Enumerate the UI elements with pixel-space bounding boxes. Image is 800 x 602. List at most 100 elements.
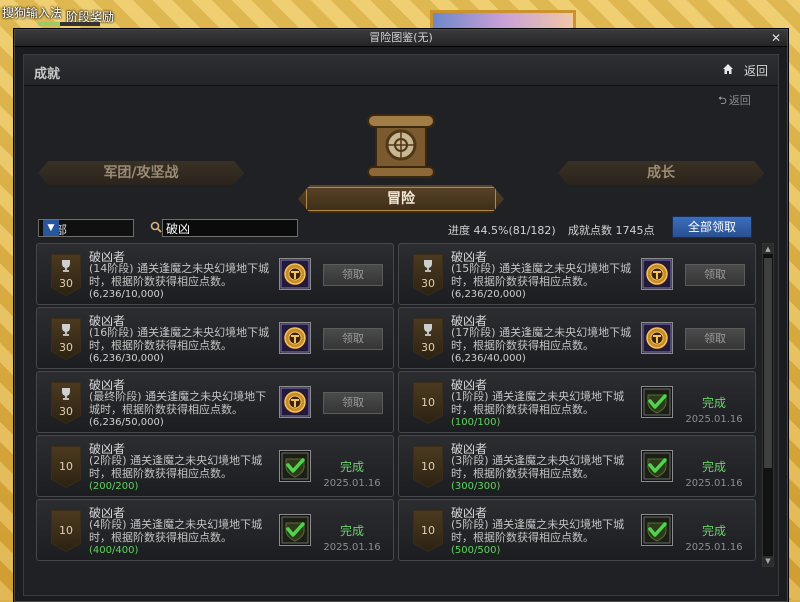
complete-date: 2025.01.16 [685, 542, 743, 553]
claim-button[interactable]: 领取 [323, 392, 383, 414]
complete-date: 2025.01.16 [685, 478, 743, 489]
achievement-progress: (300/300) [451, 481, 501, 492]
achievement-panel: 成就 返回 ⮌返回 军团/攻坚战 成长 冒险 全部 ▼ [23, 54, 779, 596]
points-value: 10 [421, 396, 435, 409]
claim-button[interactable]: 领取 [685, 264, 745, 286]
achievement-medal-icon[interactable] [279, 386, 311, 418]
achievement-medal-icon[interactable] [279, 322, 311, 354]
green-check-icon [641, 514, 673, 546]
achievement-list: 30 破凶者 (14阶段) 通关逢魔之未央幻境地下城时，根据阶数获得相应点数。 (6,… [36, 243, 758, 565]
list-item: 10 破凶者 (3阶段) 通关逢魔之未央幻境地下城时，根据阶数获得相应点数。 (300… [398, 435, 756, 497]
tab-legion[interactable]: 军团/攻坚战 [38, 161, 244, 185]
achievement-medal-icon[interactable] [279, 258, 311, 290]
achievement-desc: (2阶段) 通关逢魔之未央幻境地下城时，根据阶数获得相应点数。 [89, 454, 263, 480]
trophy-icon [62, 388, 70, 400]
achievement-progress: (200/200) [89, 481, 139, 492]
ime-indicator: 搜狗输入法 [2, 6, 63, 20]
claim-all-button[interactable]: 全部领取 [672, 216, 752, 238]
return-arrow-icon: ⮌ [718, 94, 727, 107]
points-badge: 10 [413, 382, 443, 424]
achievement-desc: (16阶段) 通关逢魔之未央幻境地下城时，根据阶数获得相应点数。 [89, 326, 270, 352]
points-value: 30 [421, 277, 435, 290]
complete-date: 2025.01.16 [685, 414, 743, 425]
green-check-icon [641, 450, 673, 482]
achievement-desc: (14阶段) 通关逢魔之未央幻境地下城时，根据阶数获得相应点数。 [89, 262, 270, 288]
list-item: 30 破凶者 (14阶段) 通关逢魔之未央幻境地下城时，根据阶数获得相应点数。 (6,… [36, 243, 394, 305]
complete-label: 完成 [339, 460, 364, 474]
achievement-medal-icon[interactable] [641, 322, 673, 354]
achievement-desc: (最终阶段) 通关逢魔之未央幻境地下城时，根据阶数获得相应点数。 [89, 390, 267, 416]
complete-date: 2025.01.16 [323, 478, 381, 489]
list-item: 10 破凶者 (5阶段) 通关逢魔之未央幻境地下城时，根据阶数获得相应点数。 (500… [398, 499, 756, 561]
achievement-progress: (6,236/20,000) [451, 289, 526, 300]
list-item: 30 破凶者 (17阶段) 通关逢魔之未央幻境地下城时，根据阶数获得相应点数。 (6,… [398, 307, 756, 369]
green-check-icon [279, 514, 311, 546]
progress-text: 进度 44.5%(81/182) [448, 224, 556, 237]
points-value: 30 [59, 341, 73, 354]
tab-adventure[interactable]: 冒险 [298, 185, 504, 213]
achievement-desc: (5阶段) 通关逢魔之未央幻境地下城时，根据阶数获得相应点数。 [451, 518, 625, 544]
claim-button[interactable]: 领取 [323, 264, 383, 286]
claim-button[interactable]: 领取 [685, 328, 745, 350]
points-badge: 10 [51, 446, 81, 488]
scroll-up-icon[interactable]: ▲ [763, 244, 773, 254]
complete-label: 完成 [701, 524, 726, 538]
achievement-progress: (100/100) [451, 417, 501, 428]
window-titlebar[interactable]: 冒险图鉴(无) ✕ [15, 30, 787, 47]
scroll-thumb[interactable] [764, 258, 772, 468]
home-icon[interactable] [722, 63, 734, 75]
back-button[interactable]: 返回 [744, 62, 768, 79]
points-badge: 10 [413, 510, 443, 552]
points-value: 10 [59, 524, 73, 537]
achievement-medal-icon[interactable] [641, 258, 673, 290]
search-input[interactable] [162, 219, 298, 237]
chevron-down-icon[interactable]: ▼ [43, 220, 59, 236]
trophy-icon [62, 260, 70, 272]
points-value: 10 [421, 460, 435, 473]
points-value: 30 [59, 277, 73, 290]
close-icon[interactable]: ✕ [771, 30, 781, 46]
points-value: 30 [421, 341, 435, 354]
trophy-icon [62, 324, 70, 336]
points-badge: 10 [413, 446, 443, 488]
list-item: 10 破凶者 (4阶段) 通关逢魔之未央幻境地下城时，根据阶数获得相应点数。 (400… [36, 499, 394, 561]
search-icon [150, 221, 162, 233]
claim-button[interactable]: 领取 [323, 328, 383, 350]
points-badge: 10 [51, 510, 81, 552]
complete-label: 完成 [339, 524, 364, 538]
adventure-codex-window: 冒险图鉴(无) ✕ 成就 返回 ⮌返回 军团/攻坚战 成长 冒险 全部 ▼ [14, 29, 788, 602]
scroll-down-icon[interactable]: ▼ [763, 556, 773, 566]
tab-growth[interactable]: 成长 [558, 161, 764, 185]
green-check-icon [641, 386, 673, 418]
scroll-compass-emblem [367, 114, 435, 178]
achievement-desc: (17阶段) 通关逢魔之未央幻境地下城时，根据阶数获得相应点数。 [451, 326, 632, 352]
panel-header: 成就 返回 [24, 55, 778, 86]
points-badge: 30 [413, 254, 443, 296]
list-item: 10 破凶者 (2阶段) 通关逢魔之未央幻境地下城时，根据阶数获得相应点数。 (200… [36, 435, 394, 497]
top-progress-bar [38, 22, 100, 26]
achievement-progress: (6,236/30,000) [89, 353, 164, 364]
trophy-icon [424, 260, 432, 272]
list-item: 30 破凶者 (最终阶段) 通关逢魔之未央幻境地下城时，根据阶数获得相应点数。 (6,… [36, 371, 394, 433]
trophy-icon [424, 324, 432, 336]
section-title: 成就 [34, 67, 61, 82]
complete-label: 完成 [701, 460, 726, 474]
achievement-points-text: 成就点数 1745点 [568, 224, 655, 237]
back-small-label: 返回 [728, 94, 751, 107]
list-item: 30 破凶者 (16阶段) 通关逢魔之未央幻境地下城时，根据阶数获得相应点数。 (6,… [36, 307, 394, 369]
points-value: 10 [59, 460, 73, 473]
list-item: 30 破凶者 (15阶段) 通关逢魔之未央幻境地下城时，根据阶数获得相应点数。 (6,… [398, 243, 756, 305]
achievement-progress: (6,236/50,000) [89, 417, 164, 428]
complete-date: 2025.01.16 [323, 542, 381, 553]
points-badge: 30 [413, 318, 443, 360]
category-select[interactable]: 全部 ▼ [38, 219, 134, 237]
points-badge: 30 [51, 318, 81, 360]
points-badge: 30 [51, 254, 81, 296]
achievement-progress: (6,236/40,000) [451, 353, 526, 364]
achievement-progress: (500/500) [451, 545, 501, 556]
back-link-small[interactable]: ⮌ 返回 [718, 92, 751, 111]
complete-label: 完成 [701, 396, 726, 410]
achievement-desc: (1阶段) 通关逢魔之未央幻境地下城时，根据阶数获得相应点数。 [451, 390, 625, 416]
list-scrollbar[interactable]: ▲ ▼ [762, 243, 774, 567]
list-item: 10 破凶者 (1阶段) 通关逢魔之未央幻境地下城时，根据阶数获得相应点数。 (100… [398, 371, 756, 433]
